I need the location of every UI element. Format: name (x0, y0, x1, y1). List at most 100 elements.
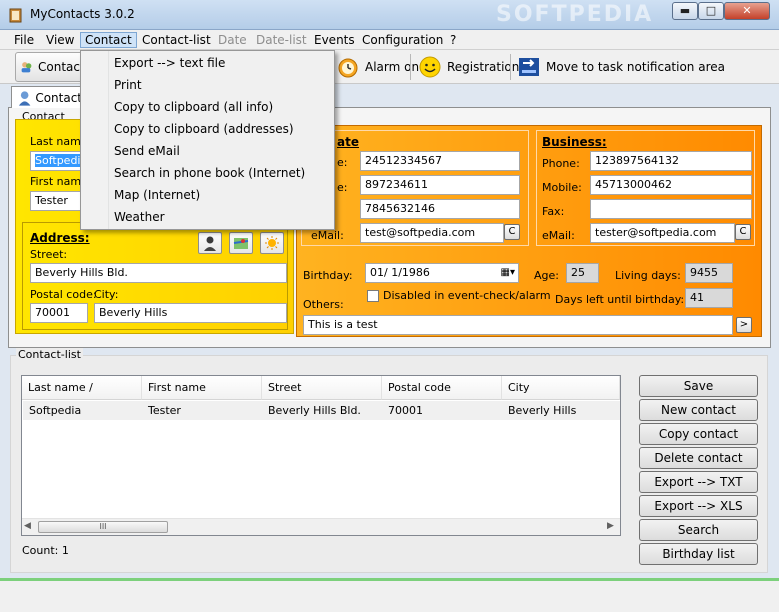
birthday-value: 01/ 1/1986 (370, 266, 430, 279)
business-mobile-field[interactable]: 45713000462 (590, 175, 752, 195)
delete-contact-button[interactable]: Delete contact (639, 447, 758, 469)
birthday-list-button[interactable]: Birthday list (639, 543, 758, 565)
disabled-alarm-checkbox[interactable] (367, 290, 379, 302)
business-mobile-label: Mobile: (542, 181, 582, 194)
new-contact-button[interactable]: New contact (639, 399, 758, 421)
city-field[interactable]: Beverly Hills (94, 303, 287, 323)
cell-first-name: Tester (148, 404, 181, 417)
column-header-street[interactable]: Street (262, 376, 382, 400)
others-go-button[interactable]: > (736, 317, 752, 333)
street-field[interactable]: Beverly Hills Bld. (30, 263, 287, 283)
minimize-button[interactable]: ▬ (672, 2, 698, 20)
cell-last-name: Softpedia (29, 404, 82, 417)
private-fax-field[interactable]: 7845632146 (360, 199, 520, 219)
business-phone-field[interactable]: 123897564132 (590, 151, 752, 171)
toolbar-tray-button[interactable]: Move to task notification area (513, 52, 729, 82)
city-label: City: (94, 288, 119, 301)
cell-postal-code: 70001 (388, 404, 423, 417)
person-icon (204, 236, 216, 251)
weather-button[interactable] (260, 232, 284, 254)
business-email-field[interactable]: tester@softpedia.com (590, 223, 735, 243)
communication-panel: ate e: 24512334567 e: 897234611 78456321… (296, 125, 762, 337)
column-header-city[interactable]: City (502, 376, 620, 400)
birthday-label: Birthday: (303, 269, 353, 282)
horizontal-scrollbar[interactable]: ◀ III ▶ (22, 518, 620, 535)
postal-code-label: Postal code: (30, 288, 97, 301)
watermark: SOFTPEDIA (496, 2, 654, 27)
private-phone-field[interactable]: 24512334567 (360, 151, 520, 171)
menu-item-copy-addresses[interactable]: Copy to clipboard (addresses) (114, 119, 294, 139)
scroll-right-icon[interactable]: ▶ (607, 521, 614, 531)
table-row[interactable]: Softpedia Tester Beverly Hills Bld. 7000… (23, 401, 620, 420)
address-book-icon (9, 8, 22, 23)
menu-item-weather[interactable]: Weather (114, 207, 165, 227)
menu-file[interactable]: File (10, 32, 38, 48)
tab-contact-label: Contact (35, 90, 82, 105)
menu-configuration[interactable]: Configuration (358, 32, 447, 48)
menu-item-print[interactable]: Print (114, 75, 142, 95)
last-name-label: Last name (30, 135, 88, 148)
menu-item-phone-book[interactable]: Search in phone book (Internet) (114, 163, 305, 183)
cell-street: Beverly Hills Bld. (268, 404, 361, 417)
private-mobile-field[interactable]: 897234611 (360, 175, 520, 195)
age-field: 25 (566, 263, 599, 283)
private-email-label: eMail: (311, 229, 344, 242)
export-xls-button[interactable]: Export --> XLS (639, 495, 758, 517)
others-label: Others: (303, 298, 344, 311)
birthday-picker[interactable]: 01/ 1/1986 ▦▾ (365, 263, 519, 283)
scroll-thumb[interactable]: III (38, 521, 168, 533)
business-fax-field[interactable] (590, 199, 752, 219)
menu-item-send-email[interactable]: Send eMail (114, 141, 180, 161)
cell-city: Beverly Hills (508, 404, 577, 417)
maximize-button[interactable]: □ (698, 2, 724, 20)
business-fax-label: Fax: (542, 205, 565, 218)
street-label: Street: (30, 248, 68, 261)
menu-contact-list[interactable]: Contact-list (138, 32, 215, 48)
private-phone-label: e: (337, 156, 348, 169)
address-title: Address: (30, 231, 90, 245)
column-header-first-name[interactable]: First name (142, 376, 262, 400)
title-bar: MyContacts 3.0.2 SOFTPEDIA ▬ □ ✕ (0, 0, 779, 30)
person-button[interactable] (198, 232, 222, 254)
menu-item-export-text[interactable]: Export --> text file (114, 53, 225, 73)
private-email-copy-button[interactable]: C (504, 224, 520, 240)
save-button[interactable]: Save (639, 375, 758, 397)
postal-code-field[interactable]: 70001 (30, 303, 88, 323)
copy-contact-button[interactable]: Copy contact (639, 423, 758, 445)
close-button[interactable]: ✕ (724, 2, 770, 20)
menu-date-list[interactable]: Date-list (252, 32, 311, 48)
column-header-postal-code[interactable]: Postal code (382, 376, 502, 400)
menu-item-map[interactable]: Map (Internet) (114, 185, 200, 205)
toolbar-separator (410, 54, 411, 80)
status-bar (0, 578, 779, 612)
contact-list-table[interactable]: Last name / company First name Street Po… (21, 375, 621, 536)
others-field[interactable]: This is a test (303, 315, 733, 335)
calendar-dropdown-icon[interactable]: ▦▾ (501, 264, 515, 282)
menu-date[interactable]: Date (214, 32, 251, 48)
map-icon (233, 238, 249, 249)
search-button[interactable]: Search (639, 519, 758, 541)
days-left-label: Days left until birthday: (555, 293, 685, 306)
menu-events[interactable]: Events (310, 32, 359, 48)
column-header-last-name[interactable]: Last name / company (22, 376, 142, 418)
disabled-alarm-label: Disabled in event-check/alarm (383, 289, 551, 302)
menu-help[interactable]: ? (446, 32, 460, 48)
menu-item-copy-all[interactable]: Copy to clipboard (all info) (114, 97, 273, 117)
toolbar-registration-label: Registration (447, 60, 520, 74)
contact-list-legend: Contact-list (16, 348, 83, 361)
business-phone-label: Phone: (542, 157, 580, 170)
toolbar-registration-button[interactable]: Registration (414, 52, 523, 82)
living-days-label: Living days: (615, 269, 681, 282)
tray-icon (519, 58, 539, 76)
business-email-copy-button[interactable]: C (735, 224, 751, 240)
toolbar-contact-button[interactable]: Contac (15, 52, 85, 82)
weather-icon (265, 236, 279, 250)
menu-view[interactable]: View (42, 32, 78, 48)
menu-contact[interactable]: Contact (80, 32, 137, 48)
map-button[interactable] (229, 232, 253, 254)
scroll-left-icon[interactable]: ◀ (24, 521, 31, 531)
private-email-field[interactable]: test@softpedia.com (360, 223, 504, 243)
toolbar-separator (510, 54, 511, 80)
tab-contact[interactable]: Contact (11, 86, 83, 108)
export-txt-button[interactable]: Export --> TXT (639, 471, 758, 493)
